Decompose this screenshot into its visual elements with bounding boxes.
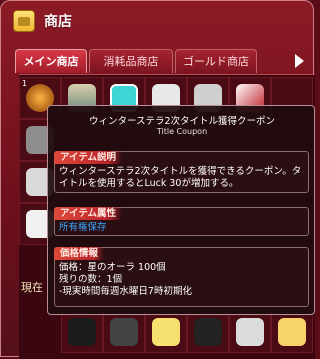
item-tooltip: ウィンターステラ2次タイトル獲得クーポン Title Coupon アイテム説明… [47,105,315,315]
item-slot[interactable] [229,311,271,353]
chick-item-icon [152,318,180,346]
description-body: ウィンターステラ2次タイトルを獲得できるクーポン。タ イトルを使用するとLuck… [59,166,304,190]
item-slot[interactable] [103,311,145,353]
item-slot[interactable] [187,311,229,353]
tab-consumables-shop[interactable]: 消耗品商店 [89,49,173,73]
attribute-header: アイテム属性 [54,207,123,220]
item-name: ウィンターステラ2次タイトル獲得クーポン [88,116,276,127]
slot-number: 1 [22,79,28,88]
item-slot[interactable] [271,311,313,353]
item-icon [110,318,138,346]
backpack-item-icon [236,318,264,346]
shop-window: 商店 メイン商店 消耗品商店 ゴールド商店 1 現在 ウィンターステラ2次タイト… [0,0,315,359]
price-section: 価格情報 価格：星のオーラ 100個 残りの数：1個 -現実時間毎週水曜日7時初… [54,247,309,307]
tab-main-shop[interactable]: メイン商店 [15,49,87,73]
tab-gold-shop[interactable]: ゴールド商店 [175,49,257,73]
description-line: イトルを使用するとLuck 30が増加する。 [59,178,239,189]
window-title: 商店 [44,14,72,30]
item-slot[interactable] [61,311,103,353]
currency-label: 現在 [21,281,43,294]
item-subtitle: Title Coupon [156,127,208,136]
description-section: アイテム説明 ウィンターステラ2次タイトルを獲得できるクーポン。タ イトルを使用… [54,151,309,193]
title-bar[interactable]: 商店 [1,1,313,41]
price-line: 価格：星のオーラ 100個 [59,262,166,273]
shop-bag-icon [13,10,35,32]
attribute-value: 所有権保存 [59,222,107,233]
item-slot[interactable] [145,311,187,353]
reset-info: -現実時間毎週水曜日7時初期化 [59,286,192,297]
item-icon [68,318,96,346]
description-header: アイテム説明 [54,151,123,164]
description-line: ウィンターステラ2次タイトルを獲得できるクーポン。タ [59,166,302,177]
price-header: 価格情報 [54,247,105,260]
character-item-icon [278,318,306,346]
remaining-count: 残りの数：1個 [59,274,123,285]
price-body: 価格：星のオーラ 100個 残りの数：1個 -現実時間毎週水曜日7時初期化 [59,262,304,298]
tab-scroll-right-icon[interactable] [295,54,304,68]
attribute-section: アイテム属性 所有権保存 [54,207,309,236]
item-icon [194,318,222,346]
